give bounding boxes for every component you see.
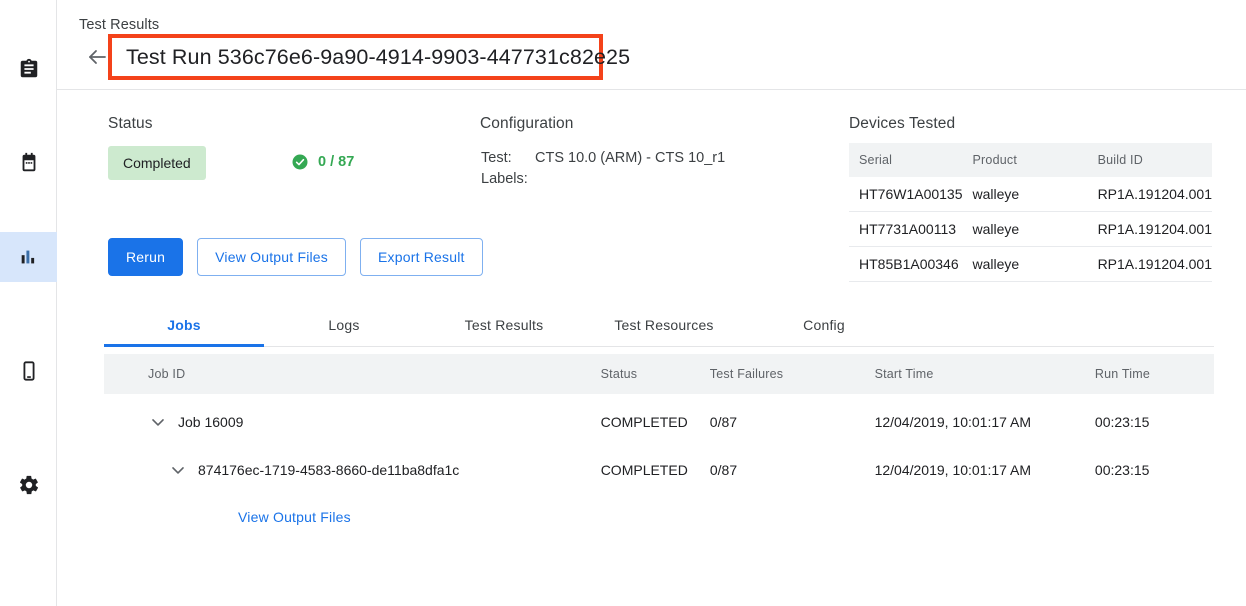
tab-config[interactable]: Config xyxy=(744,303,904,346)
page-title-highlight: Test Run 536c76e6-9a90-4914-9903-447731c… xyxy=(108,34,603,80)
table-row: HT76W1A00135 walleye RP1A.191204.001 xyxy=(849,177,1212,212)
devices-section-label: Devices Tested xyxy=(849,115,955,133)
configuration-section-label: Configuration xyxy=(480,115,574,133)
sidebar-item-test-suites[interactable] xyxy=(0,44,57,94)
page-body: Status Completed 0 / 87 Configuration Te… xyxy=(57,90,1246,605)
job-run-time: 00:23:15 xyxy=(1095,414,1214,430)
jobs-col-test-failures: Test Failures xyxy=(710,354,875,394)
devices-col-build-id: Build ID xyxy=(1088,143,1212,177)
chevron-down-icon[interactable] xyxy=(168,460,188,480)
job-start-time: 12/04/2019, 10:01:17 AM xyxy=(875,414,1095,430)
sidebar-item-devices[interactable] xyxy=(0,346,57,396)
status-badge: Completed xyxy=(108,146,206,180)
device-serial: HT7731A00113 xyxy=(849,212,963,247)
tab-test-results[interactable]: Test Results xyxy=(424,303,584,346)
device-product: walleye xyxy=(963,177,1088,212)
sidebar-item-test-results[interactable] xyxy=(0,232,57,282)
device-build-id: RP1A.191204.001 xyxy=(1088,212,1212,247)
tab-logs[interactable]: Logs xyxy=(264,303,424,346)
table-row: HT7731A00113 walleye RP1A.191204.001 xyxy=(849,212,1212,247)
rerun-button[interactable]: Rerun xyxy=(108,238,183,276)
clipboard-icon xyxy=(18,58,40,80)
action-buttons: Rerun View Output Files Export Result xyxy=(108,238,483,276)
tab-test-resources[interactable]: Test Resources xyxy=(584,303,744,346)
devices-col-product: Product xyxy=(963,143,1088,177)
pass-rate-indicator: 0 / 87 xyxy=(291,153,354,171)
jobs-col-start-time: Start Time xyxy=(875,354,1095,394)
check-circle-icon xyxy=(291,153,309,171)
sidebar-item-settings[interactable] xyxy=(0,460,57,510)
breadcrumb: Test Results xyxy=(79,17,159,33)
configuration-key-labels: Labels: xyxy=(481,169,535,190)
configuration-key-test: Test: xyxy=(481,148,535,169)
device-product: walleye xyxy=(963,212,1088,247)
job-id-text: Job 16009 xyxy=(178,414,243,430)
page-header: Test Results Test Run 536c76e6-9a90-4914… xyxy=(57,0,1246,90)
job-id-cell: Job 16009 xyxy=(104,412,601,432)
job-test-failures: 0/87 xyxy=(710,414,875,430)
page-title: Test Run 536c76e6-9a90-4914-9903-447731c… xyxy=(126,45,630,70)
jobs-col-status: Status xyxy=(601,354,710,394)
job-id-cell: 874176ec-1719-4583-8660-de11ba8dfa1c xyxy=(104,460,601,480)
job-start-time: 12/04/2019, 10:01:17 AM xyxy=(875,462,1095,478)
export-result-button[interactable]: Export Result xyxy=(360,238,483,276)
device-product: walleye xyxy=(963,247,1088,282)
job-run-time: 00:23:15 xyxy=(1095,462,1214,478)
device-serial: HT85B1A00346 xyxy=(849,247,963,282)
devices-col-serial: Serial xyxy=(849,143,963,177)
devices-table: Serial Product Build ID HT76W1A00135 wal… xyxy=(849,143,1212,282)
configuration-row: Labels: xyxy=(481,169,725,190)
jobs-col-job-id: Job ID xyxy=(104,354,601,394)
devices-table-header-row: Serial Product Build ID xyxy=(849,143,1212,177)
arrow-left-icon xyxy=(85,56,109,73)
job-status: COMPLETED xyxy=(601,462,710,478)
configuration-row: Test: CTS 10.0 (ARM) - CTS 10_r1 xyxy=(481,148,725,169)
job-test-failures: 0/87 xyxy=(710,462,875,478)
status-section-label: Status xyxy=(108,115,153,133)
device-build-id: RP1A.191204.001 xyxy=(1088,247,1212,282)
tab-bar: Jobs Logs Test Results Test Resources Co… xyxy=(104,303,1214,347)
job-id-text: 874176ec-1719-4583-8660-de11ba8dfa1c xyxy=(198,462,459,478)
gear-icon xyxy=(18,474,40,496)
job-status: COMPLETED xyxy=(601,414,710,430)
view-output-files-button[interactable]: View Output Files xyxy=(197,238,346,276)
device-serial: HT76W1A00135 xyxy=(849,177,963,212)
table-row[interactable]: Job 16009 COMPLETED 0/87 12/04/2019, 10:… xyxy=(104,398,1214,446)
main-content: Test Results Test Run 536c76e6-9a90-4914… xyxy=(57,0,1246,606)
job-output-files-row: View Output Files xyxy=(104,494,1214,540)
jobs-table: Job ID Status Test Failures Start Time R… xyxy=(104,354,1214,540)
configuration-value-test: CTS 10.0 (ARM) - CTS 10_r1 xyxy=(535,148,725,169)
table-row: HT85B1A00346 walleye RP1A.191204.001 xyxy=(849,247,1212,282)
calendar-icon xyxy=(18,152,40,174)
configuration-list: Test: CTS 10.0 (ARM) - CTS 10_r1 Labels: xyxy=(481,148,725,190)
sidebar xyxy=(0,0,57,606)
view-output-files-link[interactable]: View Output Files xyxy=(238,509,351,525)
jobs-table-header-row: Job ID Status Test Failures Start Time R… xyxy=(104,354,1214,394)
device-build-id: RP1A.191204.001 xyxy=(1088,177,1212,212)
back-button[interactable] xyxy=(85,45,109,69)
table-row[interactable]: 874176ec-1719-4583-8660-de11ba8dfa1c COM… xyxy=(104,446,1214,494)
tab-jobs[interactable]: Jobs xyxy=(104,303,264,346)
phone-icon xyxy=(18,360,40,382)
jobs-col-run-time: Run Time xyxy=(1095,354,1214,394)
chevron-down-icon[interactable] xyxy=(148,412,168,432)
sidebar-item-schedules[interactable] xyxy=(0,138,57,188)
bar-chart-icon xyxy=(18,246,40,268)
app-root: Test Results Test Run 536c76e6-9a90-4914… xyxy=(0,0,1246,606)
pass-rate-text: 0 / 87 xyxy=(318,154,354,170)
